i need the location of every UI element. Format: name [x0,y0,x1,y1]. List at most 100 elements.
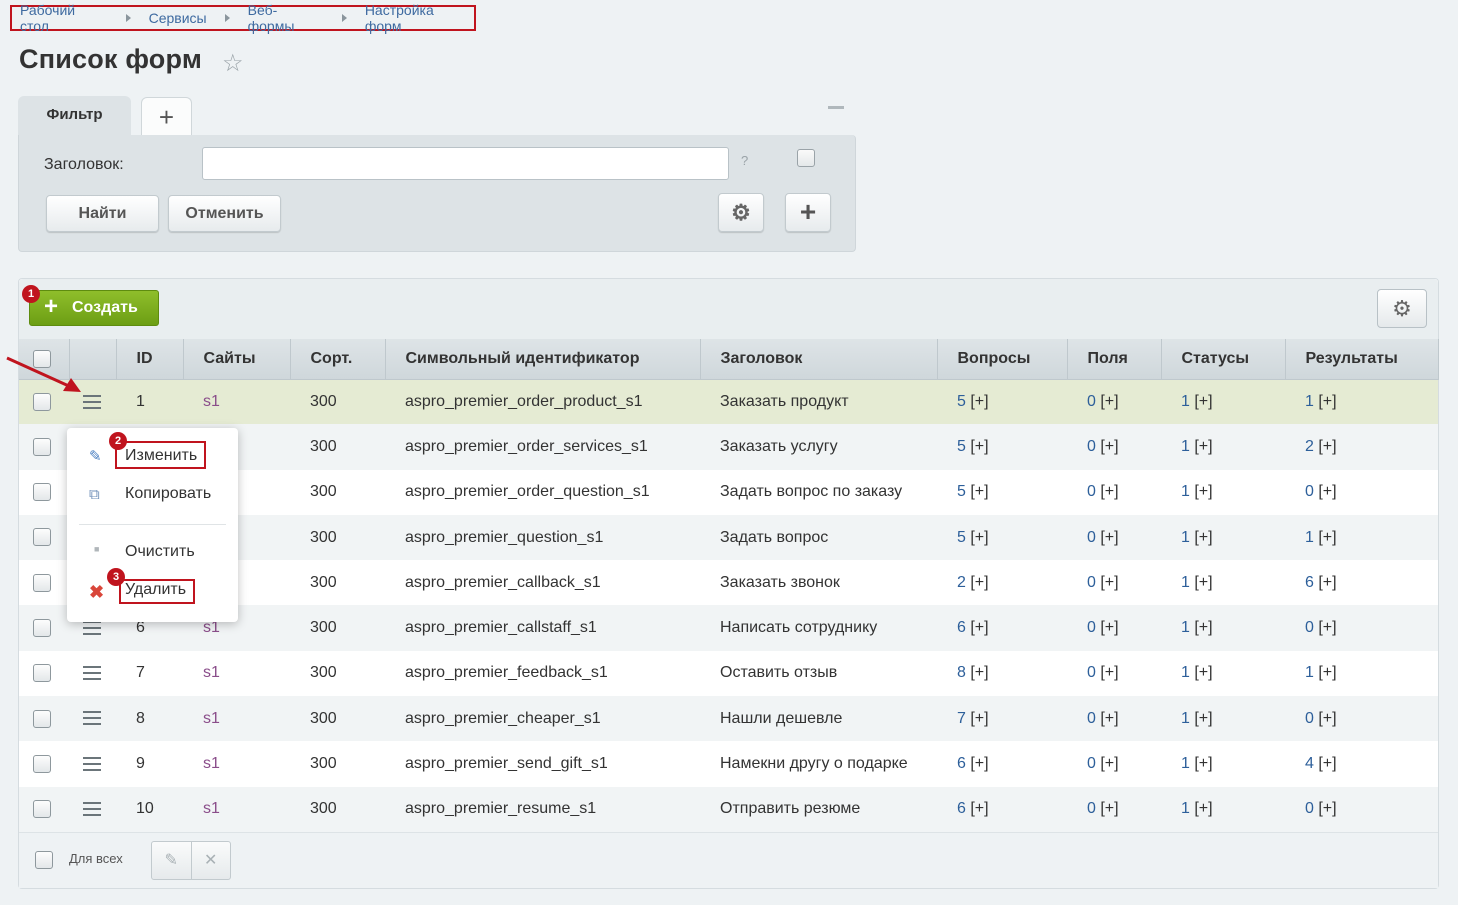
questions-link[interactable]: 5 [957,483,966,500]
site-link[interactable]: s1 [203,393,220,410]
for-all-checkbox[interactable] [35,851,53,869]
menu-item-clear[interactable]: Очистить [125,543,195,561]
questions-link[interactable]: 8 [957,664,966,681]
help-icon[interactable]: ? [741,153,748,168]
minimize-icon[interactable] [828,106,844,109]
pencil-icon[interactable]: ✎ [152,842,192,879]
results-add-link[interactable]: [+] [1318,800,1336,817]
results-link[interactable]: 0 [1305,800,1314,817]
table-row[interactable]: 1 s1 300 aspro_premier_order_product_s1 Зака… [19,379,1438,425]
results-link[interactable]: 4 [1305,755,1314,772]
header-statuses[interactable]: Статусы [1161,339,1286,380]
fields-link[interactable]: 0 [1087,800,1096,817]
results-add-link[interactable]: [+] [1318,393,1336,410]
statuses-add-link[interactable]: [+] [1194,574,1212,591]
row-checkbox[interactable] [33,664,51,683]
statuses-add-link[interactable]: [+] [1194,619,1212,636]
statuses-link[interactable]: 1 [1181,529,1190,546]
site-link[interactable]: s1 [203,710,220,727]
table-row[interactable]: 7 s1 300 aspro_premier_feedback_s1 Оставить … [19,651,1438,696]
filter-title-input[interactable] [202,147,729,180]
fields-link[interactable]: 0 [1087,664,1096,681]
questions-add-link[interactable]: [+] [970,529,988,546]
results-link[interactable]: 1 [1305,664,1314,681]
results-link[interactable]: 0 [1305,710,1314,727]
fields-add-link[interactable]: [+] [1100,529,1118,546]
header-title[interactable]: Заголовок [700,339,938,380]
questions-add-link[interactable]: [+] [970,664,988,681]
fields-add-link[interactable]: [+] [1100,483,1118,500]
filter-settings-button[interactable]: ⚙ [718,193,764,232]
statuses-add-link[interactable]: [+] [1194,393,1212,410]
row-checkbox[interactable] [33,437,51,456]
questions-add-link[interactable]: [+] [970,438,988,455]
find-button[interactable]: Найти [46,195,159,232]
fields-link[interactable]: 0 [1087,393,1096,410]
menu-icon[interactable] [83,756,101,771]
questions-add-link[interactable]: [+] [970,710,988,727]
results-link[interactable]: 0 [1305,483,1314,500]
row-checkbox[interactable] [33,800,51,819]
questions-link[interactable]: 6 [957,755,966,772]
menu-item-copy[interactable]: Копировать [125,485,211,503]
breadcrumb-form-settings[interactable]: Настройка форм [365,2,474,34]
fields-add-link[interactable]: [+] [1100,438,1118,455]
results-add-link[interactable]: [+] [1318,755,1336,772]
cancel-button[interactable]: Отменить [168,195,281,232]
table-row[interactable]: 8 s1 300 aspro_premier_cheaper_s1 Нашли деше… [19,696,1438,742]
fields-add-link[interactable]: [+] [1100,755,1118,772]
questions-add-link[interactable]: [+] [970,574,988,591]
header-id[interactable]: ID [116,339,184,380]
fields-add-link[interactable]: [+] [1100,710,1118,727]
results-link[interactable]: 1 [1305,393,1314,410]
results-add-link[interactable]: [+] [1318,664,1336,681]
fields-link[interactable]: 0 [1087,438,1096,455]
fields-add-link[interactable]: [+] [1100,574,1118,591]
statuses-add-link[interactable]: [+] [1194,483,1212,500]
menu-icon[interactable] [83,711,101,726]
table-row[interactable]: 10 s1 300 aspro_premier_resume_s1 Отправить … [19,786,1438,832]
fields-add-link[interactable]: [+] [1100,619,1118,636]
results-link[interactable]: 6 [1305,574,1314,591]
questions-link[interactable]: 7 [957,710,966,727]
tab-filter[interactable]: Фильтр [18,96,131,136]
questions-add-link[interactable]: [+] [970,755,988,772]
questions-link[interactable]: 5 [957,393,966,410]
grid-settings-button[interactable]: ⚙ [1377,289,1427,328]
fields-link[interactable]: 0 [1087,574,1096,591]
header-results[interactable]: Результаты [1285,339,1439,380]
statuses-add-link[interactable]: [+] [1194,529,1212,546]
questions-add-link[interactable]: [+] [970,800,988,817]
breadcrumb-services[interactable]: Сервисы [149,10,207,26]
menu-icon[interactable] [83,666,101,681]
fields-link[interactable]: 0 [1087,483,1096,500]
questions-link[interactable]: 6 [957,619,966,636]
results-add-link[interactable]: [+] [1318,619,1336,636]
row-checkbox[interactable] [33,709,51,728]
statuses-link[interactable]: 1 [1181,755,1190,772]
questions-link[interactable]: 5 [957,529,966,546]
statuses-link[interactable]: 1 [1181,619,1190,636]
table-row[interactable]: 9 s1 300 aspro_premier_send_gift_s1 Намекни … [19,741,1438,786]
questions-link[interactable]: 2 [957,574,966,591]
questions-add-link[interactable]: [+] [970,483,988,500]
create-button[interactable]: + Создать [29,290,159,326]
statuses-link[interactable]: 1 [1181,574,1190,591]
fields-add-link[interactable]: [+] [1100,800,1118,817]
breadcrumb-webforms[interactable]: Веб-формы [248,2,324,34]
fields-link[interactable]: 0 [1087,710,1096,727]
header-fields[interactable]: Поля [1067,339,1162,380]
results-add-link[interactable]: [+] [1318,529,1336,546]
results-add-link[interactable]: [+] [1318,574,1336,591]
fields-add-link[interactable]: [+] [1100,664,1118,681]
questions-add-link[interactable]: [+] [970,619,988,636]
results-add-link[interactable]: [+] [1318,710,1336,727]
close-icon[interactable]: ✕ [192,842,231,879]
row-checkbox[interactable] [33,754,51,773]
header-sites[interactable]: Сайты [183,339,291,380]
site-link[interactable]: s1 [203,800,220,817]
statuses-add-link[interactable]: [+] [1194,710,1212,727]
statuses-add-link[interactable]: [+] [1194,755,1212,772]
questions-link[interactable]: 5 [957,438,966,455]
menu-icon[interactable] [83,394,101,409]
